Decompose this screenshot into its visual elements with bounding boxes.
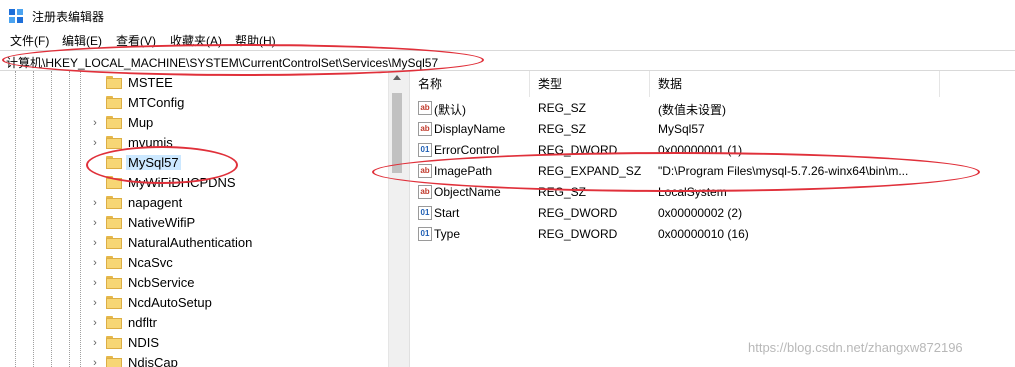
tree-item-label: NcbService [128,275,195,290]
value-row[interactable]: 01 Start REG_DWORD 0x00000002 (2) [410,203,1015,224]
regedit-app-icon [9,9,23,23]
value-name: DisplayName [434,122,506,136]
column-header-name[interactable]: 名称 [410,71,530,97]
value-data: (数值未设置) [658,103,726,117]
chevron-right-icon[interactable]: › [90,218,100,229]
menu-file[interactable]: 文件(F) [10,32,49,49]
folder-icon [106,276,122,290]
tree-item-ndfltr[interactable]: › ndfltr [0,313,388,333]
tree-item-nativewifip[interactable]: › NativeWifiP [0,213,388,233]
string-value-icon: ab [418,185,432,199]
value-type: REG_DWORD [538,227,618,241]
annotation-ellipse-mysql57 [86,146,238,184]
window-title: 注册表编辑器 [32,10,105,24]
value-type: REG_SZ [538,101,587,115]
annotation-ellipse-imagepath [372,152,980,192]
value-type: REG_DWORD [538,206,618,220]
tree-item-label: MTConfig [128,95,185,110]
chevron-right-icon[interactable]: › [90,318,100,329]
tree-scrollbar[interactable] [388,71,405,367]
tree-item-ncdautosetup[interactable]: › NcdAutoSetup [0,293,388,313]
chevron-right-icon[interactable]: › [90,298,100,309]
folder-icon [106,336,122,350]
tree-item-label: NcdAutoSetup [128,295,212,310]
tree-item-naturalauthentication[interactable]: › NaturalAuthentication [0,233,388,253]
chevron-right-icon[interactable]: › [90,278,100,289]
chevron-right-icon[interactable]: › [90,118,100,129]
binary-value-icon: 01 [418,227,432,241]
folder-icon [106,196,122,210]
string-value-icon: ab [418,101,432,115]
folder-icon [106,76,122,90]
value-data: 0x00000002 (2) [658,206,743,220]
tree-item-mstee[interactable]: MSTEE [0,73,388,93]
folder-icon [106,136,122,150]
tree-item-label: Mup [128,115,154,130]
tree-item-ncasvc[interactable]: › NcaSvc [0,253,388,273]
scroll-thumb[interactable] [392,93,402,173]
folder-icon [106,316,122,330]
chevron-right-icon[interactable]: › [90,238,100,249]
tree-item-label: NativeWifiP [128,215,196,230]
tree-item-ncbservice[interactable]: › NcbService [0,273,388,293]
value-row[interactable]: ab DisplayName REG_SZ MySql57 [410,119,1015,140]
chevron-right-icon[interactable]: › [90,338,100,349]
chevron-right-icon[interactable]: › [90,258,100,269]
string-value-icon: ab [418,122,432,136]
chevron-right-icon[interactable]: › [90,198,100,209]
scroll-up-arrow-icon[interactable] [393,75,401,80]
folder-icon [106,256,122,270]
folder-icon [106,216,122,230]
chevron-right-icon[interactable]: › [90,138,100,149]
value-name: Start [434,206,460,220]
tree-item-ndis[interactable]: › NDIS [0,333,388,353]
tree-item-mup[interactable]: › Mup [0,113,388,133]
tree-item-label: NDIS [128,335,160,350]
tree-item-label: MSTEE [128,75,173,90]
folder-icon [106,96,122,110]
value-data: 0x00000010 (16) [658,227,749,241]
values-list-pane[interactable]: 名称 类型 数据 ab (默认) REG_SZ (数值未设置) ab Displ… [410,71,1015,367]
folder-icon [106,296,122,310]
tree-item-mtconfig[interactable]: MTConfig [0,93,388,113]
chevron-right-icon[interactable]: › [90,358,100,367]
tree-item-label: napagent [128,195,183,210]
tree-item-label: ndfltr [128,315,157,330]
value-data: MySql57 [658,122,705,136]
watermark-text: https://blog.csdn.net/zhangxw872196 [748,340,963,355]
folder-icon [106,356,122,367]
key-tree-pane[interactable]: MSTEE MTConfig › Mup › mvumis MySql57 My… [0,71,388,367]
folder-icon [106,116,122,130]
value-name: (默认) [434,103,466,117]
value-row[interactable]: ab (默认) REG_SZ (数值未设置) [410,98,1015,119]
folder-icon [106,236,122,250]
value-name: ErrorControl [434,143,500,157]
tree-item-ndiscap[interactable]: › NdisCap [0,353,388,367]
tree-item-napagent[interactable]: › napagent [0,193,388,213]
column-header-data[interactable]: 数据 [650,71,940,97]
tree-item-label: NcaSvc [128,255,173,270]
tree-item-label: NdisCap [128,355,178,367]
column-header-type[interactable]: 类型 [530,71,650,97]
binary-value-icon: 01 [418,143,432,157]
annotation-ellipse-address [2,44,484,76]
value-type: REG_SZ [538,122,587,136]
binary-value-icon: 01 [418,206,432,220]
title-bar: 注册表编辑器 [0,0,1015,30]
tree-item-label: NaturalAuthentication [128,235,253,250]
value-name: Type [434,227,461,241]
value-row[interactable]: 01 Type REG_DWORD 0x00000010 (16) [410,224,1015,245]
